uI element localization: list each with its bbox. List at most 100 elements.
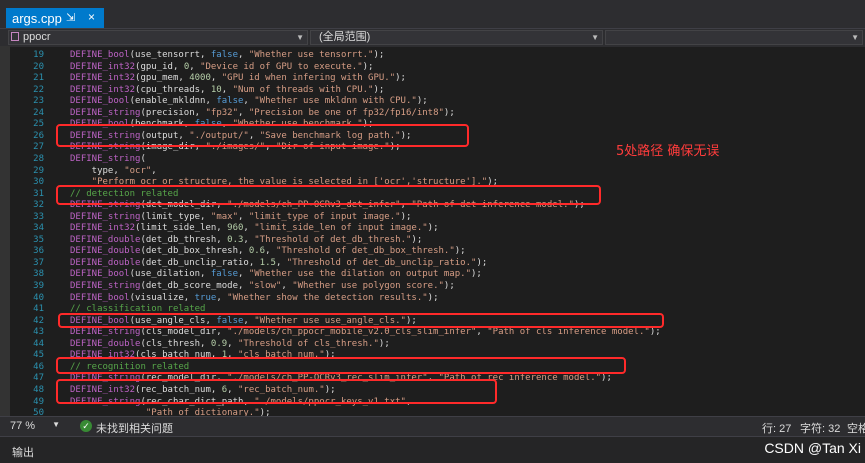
code-token: DEFINE_int32 (70, 84, 136, 95)
code-token: ); (427, 292, 439, 303)
code-line[interactable]: DEFINE_string(cls_model_dir, "./models/c… (70, 327, 661, 338)
code-token: 1.5 (259, 257, 276, 268)
code-token: "Path of dictionary." (70, 408, 260, 416)
project-dropdown[interactable]: ppocr ▼ (8, 30, 308, 45)
annotation-note: 5处路径 确保无误 (616, 144, 720, 159)
code-token: DEFINE_bool (70, 96, 130, 107)
line-number: 47 (33, 373, 44, 384)
zoom-level: 77 % (10, 420, 36, 432)
line-number: 34 (33, 223, 44, 234)
scope-label: (全局范围) (319, 31, 371, 43)
line-number: 22 (33, 84, 44, 95)
line-number: 40 (33, 292, 44, 303)
line-number: 41 (33, 304, 44, 315)
code-line[interactable]: DEFINE_bool(use_tensorrt, false, "Whethe… (70, 50, 384, 61)
breakpoint-margin[interactable] (0, 46, 10, 416)
code-token: "Num of threads with CPU." (232, 84, 374, 95)
line-indicator[interactable]: 行: 27 (762, 420, 791, 436)
line-number: 43 (33, 327, 44, 338)
line-number: 46 (33, 361, 44, 372)
code-line[interactable]: DEFINE_int32(cpu_threads, 10, "Num of th… (70, 85, 384, 96)
code-line[interactable]: DEFINE_bool(visualize, true, "Whether sh… (70, 293, 439, 304)
code-token: "Threshold of det_db_thresh." (254, 234, 412, 245)
code-token: type, (70, 165, 125, 176)
code-token: "Whether use mkldnn with CPU." (254, 96, 417, 107)
code-token: (det_db_unclip_ratio, (140, 257, 260, 268)
code-token: "Whether show the detection results." (227, 292, 428, 303)
code-token: "GPU id when infering with GPU." (221, 73, 396, 84)
line-number: 28 (33, 153, 44, 164)
code-token: "./models/ch_ppocr_mobile_v2.0_cls_slim_… (227, 327, 477, 338)
code-token: , (275, 257, 287, 268)
code-token: , (189, 61, 201, 72)
line-number: 29 (33, 165, 44, 176)
code-token: (limit_type, (140, 211, 211, 222)
code-token: (det_db_thresh, (140, 234, 228, 245)
watermark: CSDN @Tan Xi (764, 440, 861, 456)
code-line[interactable]: DEFINE_string(limit_type, "max", "limit_… (70, 212, 411, 223)
code-line[interactable]: DEFINE_int32(gpu_mem, 4000, "GPU id when… (70, 73, 406, 84)
code-token: "limit_side_len of input image." (254, 223, 428, 234)
line-number: 39 (33, 281, 44, 291)
code-line[interactable]: DEFINE_double(det_db_unclip_ratio, 1.5, … (70, 258, 487, 269)
code-line[interactable]: DEFINE_string( (70, 154, 146, 165)
code-line[interactable]: "Path of dictionary."); (70, 408, 271, 416)
member-dropdown[interactable]: ▼ (605, 30, 863, 45)
code-token: (enable_mkldnn, (129, 96, 217, 107)
code-token: 960 (227, 223, 244, 234)
char-indicator[interactable]: 字符: 32 (800, 420, 840, 436)
line-number: 23 (33, 96, 44, 107)
code-line[interactable]: type, "ocr", (70, 166, 157, 177)
tab-args-cpp[interactable]: args.cpp ⇲ × (6, 8, 104, 28)
code-token: ); (427, 223, 439, 234)
code-line[interactable]: DEFINE_bool(enable_mkldnn, false, "Wheth… (70, 96, 428, 107)
code-token: "Threshold of det_db_unclip_ratio." (286, 257, 477, 268)
code-token: , (227, 338, 239, 349)
close-icon[interactable]: × (88, 10, 95, 24)
code-token: ); (411, 234, 423, 245)
code-token: ); (373, 50, 385, 60)
code-token: , (237, 50, 249, 60)
code-line[interactable]: DEFINE_string(precision, "fp32", "Precis… (70, 108, 455, 119)
code-token: , (210, 73, 222, 84)
code-token: (precision, (140, 107, 206, 118)
code-line[interactable]: DEFINE_string(det_db_score_mode, "slow",… (70, 281, 455, 292)
code-token: true (194, 292, 217, 303)
code-token: DEFINE_int32 (70, 73, 136, 84)
output-tab[interactable]: 输出 (12, 444, 34, 460)
code-token: , (243, 223, 255, 234)
line-number: 20 (33, 61, 44, 72)
highlight-box-det-model (56, 185, 601, 205)
line-number: 38 (33, 269, 44, 280)
issues-status[interactable]: 未找到相关问题 (96, 420, 173, 436)
whitespace-indicator[interactable]: 空格 (847, 420, 865, 436)
code-line[interactable]: DEFINE_double(det_db_box_thresh, 0.6, "T… (70, 246, 466, 257)
code-token: (cls_model_dir, (140, 327, 228, 338)
code-token: ); (454, 246, 466, 257)
code-line[interactable]: DEFINE_double(cls_thresh, 0.9, "Threshol… (70, 339, 390, 350)
line-number: 35 (33, 234, 44, 245)
code-token: ); (259, 408, 271, 416)
zoom-dropdown[interactable]: 77 % ▼ (10, 420, 60, 433)
code-token: ); (471, 269, 482, 280)
code-token: 0.9 (210, 338, 228, 349)
line-number: 19 (33, 50, 44, 60)
code-token: , (243, 234, 255, 245)
line-number: 24 (33, 107, 44, 118)
scope-dropdown[interactable]: (全局范围) ▼ (310, 30, 603, 45)
code-line[interactable]: DEFINE_double(det_db_thresh, 0.3, "Thres… (70, 235, 422, 246)
code-token: , (237, 269, 249, 280)
code-token: , (151, 165, 157, 176)
code-token: DEFINE_double (70, 338, 141, 349)
code-line[interactable]: DEFINE_bool(use_dilation, false, "Whethe… (70, 269, 482, 280)
pin-icon[interactable]: ⇲ (66, 11, 75, 24)
code-token: DEFINE_string (70, 211, 141, 222)
code-token: DEFINE_bool (70, 50, 130, 60)
code-token: (cls_thresh, (140, 338, 211, 349)
line-number: 37 (33, 257, 44, 268)
code-token: DEFINE_int32 (70, 223, 136, 234)
line-number: 36 (33, 246, 44, 257)
code-line[interactable]: DEFINE_int32(gpu_id, 0, "Device id of GP… (70, 62, 373, 73)
code-token: DEFINE_double (70, 257, 141, 268)
code-line[interactable]: DEFINE_int32(limit_side_len, 960, "limit… (70, 223, 439, 234)
